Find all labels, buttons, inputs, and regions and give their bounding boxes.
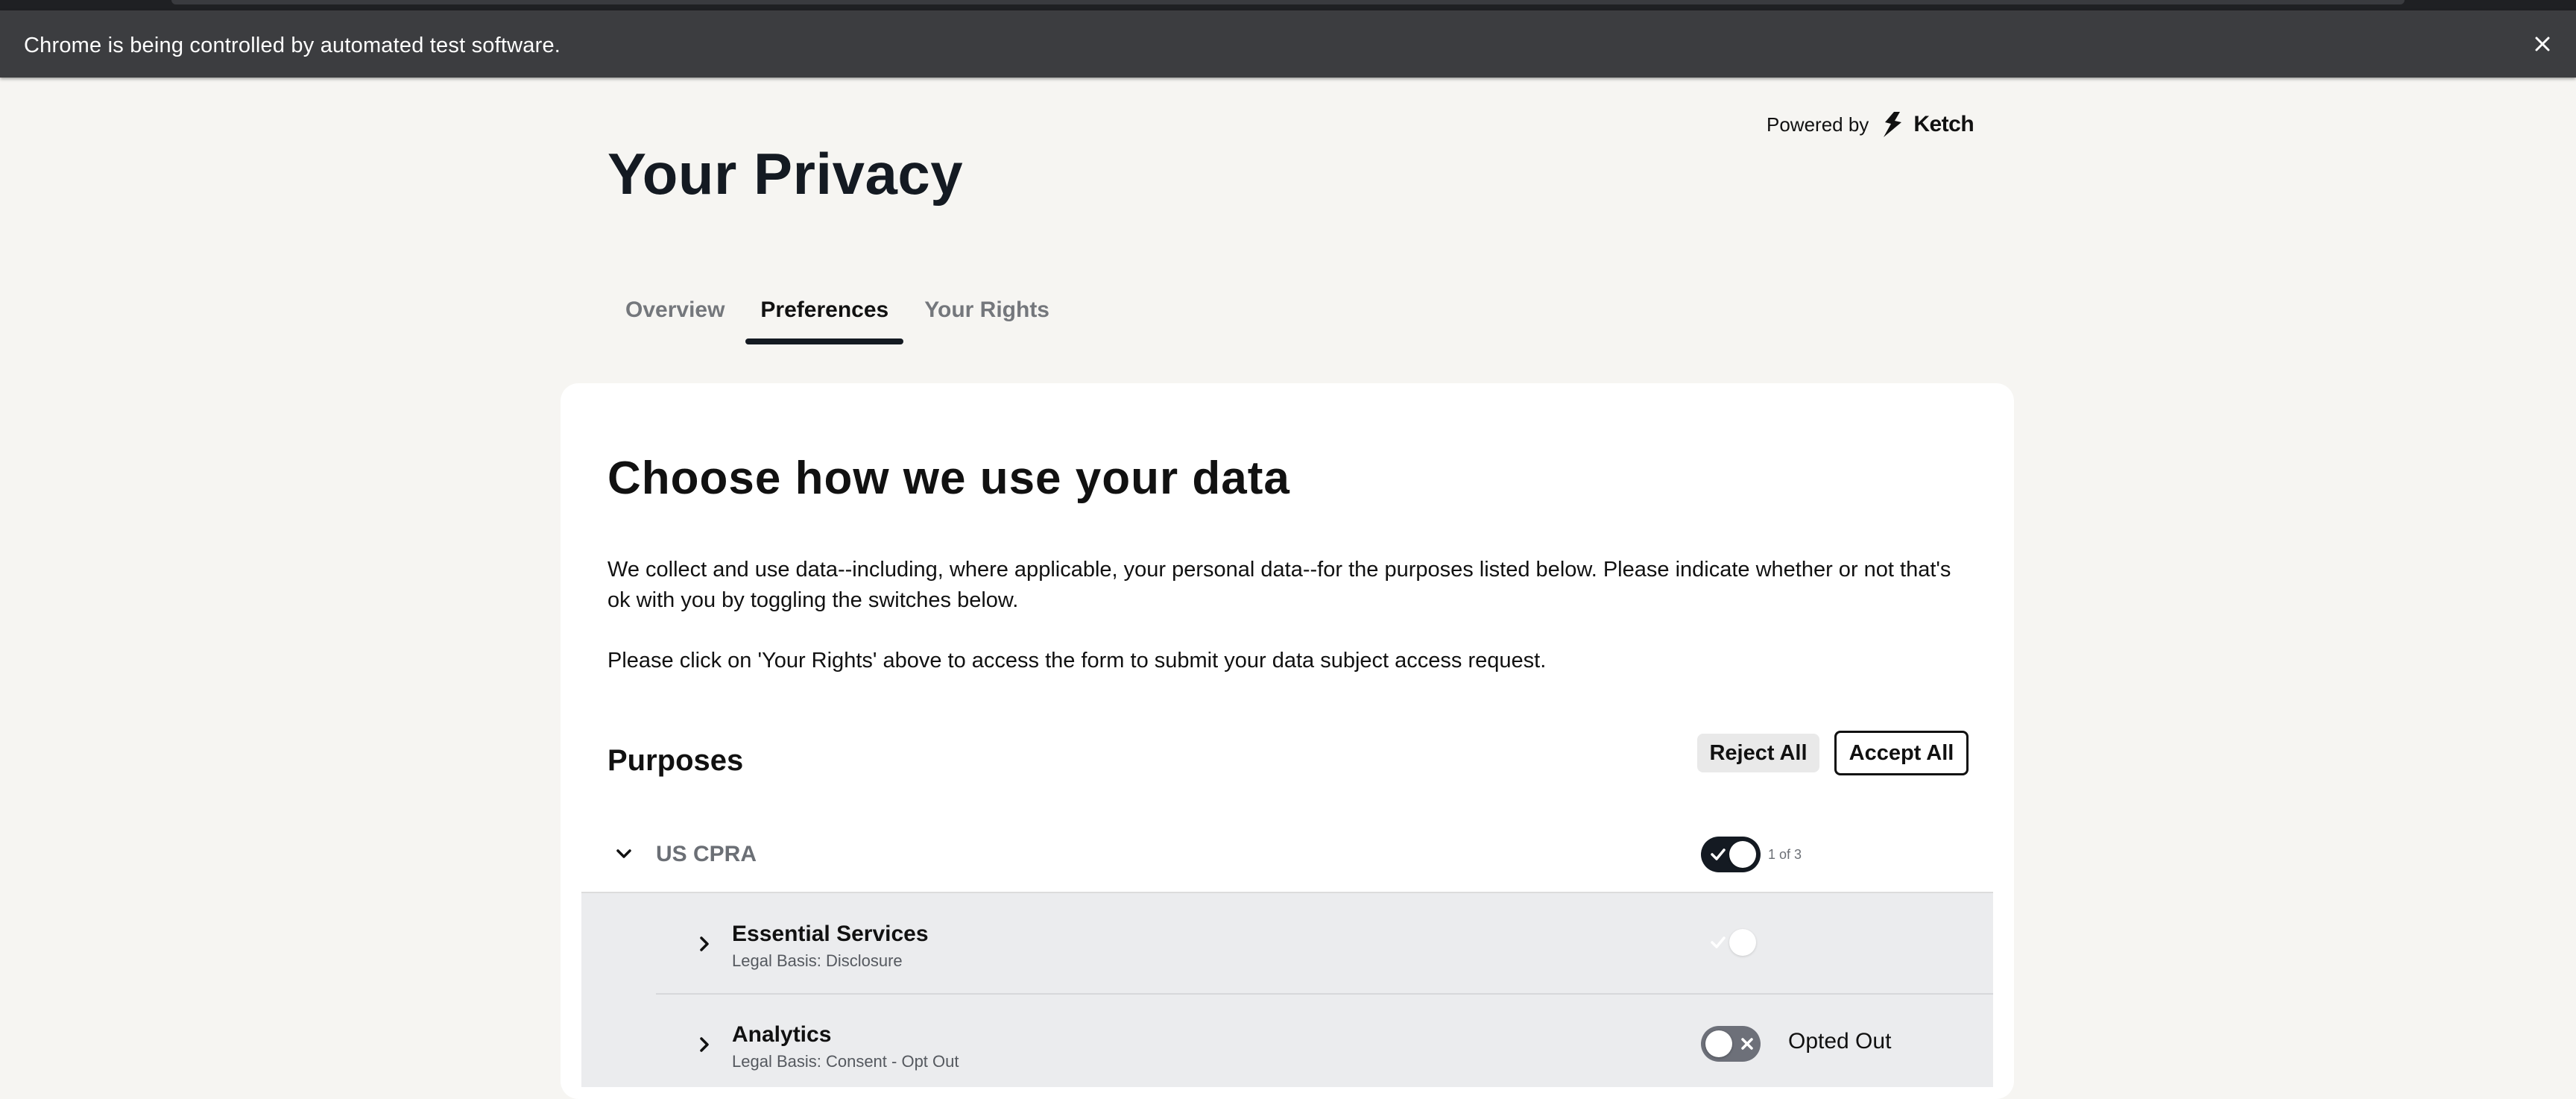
- ketch-logo-icon: [1884, 112, 1902, 137]
- chevron-right-icon[interactable]: [693, 933, 716, 955]
- browser-top-strip: [0, 0, 2576, 10]
- tab-bar: Overview Preferences Your Rights: [607, 294, 1067, 346]
- card-heading: Choose how we use your data: [607, 453, 1290, 504]
- group-name: US CPRA: [656, 842, 757, 866]
- toggle-knob: [1705, 1030, 1732, 1057]
- powered-by-label: Powered by: [1767, 113, 1869, 136]
- purposes-heading: Purposes: [607, 744, 744, 777]
- rights-paragraph: Please click on 'Your Rights' above to a…: [607, 649, 1547, 673]
- group-count: 1 of 3: [1768, 847, 1802, 862]
- toggle-knob: [1729, 929, 1756, 956]
- powered-by: Powered by Ketch: [1767, 110, 1974, 139]
- ketch-logo[interactable]: Ketch: [1879, 110, 1974, 139]
- check-icon: [1711, 936, 1726, 948]
- accept-all-button[interactable]: Accept All: [1834, 731, 1969, 775]
- reject-all-button[interactable]: Reject All: [1697, 734, 1819, 772]
- toggle-knob: [1729, 841, 1756, 868]
- group-toggle[interactable]: [1701, 837, 1761, 872]
- opt-status-label: Opted Out: [1788, 1029, 1892, 1054]
- intro-paragraph: We collect and use data--including, wher…: [607, 558, 1951, 612]
- purpose-row-essential-services[interactable]: Essential Services Legal Basis: Disclosu…: [581, 893, 1993, 995]
- chevron-right-icon[interactable]: [693, 1033, 716, 1056]
- purpose-list: Essential Services Legal Basis: Disclosu…: [581, 893, 1993, 1087]
- purpose-title: Essential Services: [732, 922, 929, 946]
- purpose-row-analytics[interactable]: Analytics Legal Basis: Consent - Opt Out…: [581, 995, 1993, 1095]
- brand-name: Ketch: [1913, 112, 1974, 136]
- infobar-message: Chrome is being controlled by automated …: [24, 34, 561, 57]
- essential-services-toggle: [1701, 925, 1761, 960]
- purpose-legal-basis: Legal Basis: Disclosure: [732, 951, 903, 970]
- tab-your-rights[interactable]: Your Rights: [906, 294, 1067, 346]
- browser-tab-strip: [171, 0, 2405, 4]
- tab-preferences[interactable]: Preferences: [742, 294, 906, 346]
- close-icon: [1741, 1038, 1753, 1050]
- purpose-legal-basis: Legal Basis: Consent - Opt Out: [732, 1052, 959, 1071]
- purpose-group-row[interactable]: US CPRA 1 of 3: [581, 817, 1993, 893]
- purpose-title: Analytics: [732, 1022, 832, 1047]
- analytics-toggle[interactable]: [1701, 1026, 1761, 1062]
- page-title: Your Privacy: [607, 141, 964, 207]
- preferences-card: Choose how we use your data We collect a…: [561, 383, 2014, 1099]
- close-icon[interactable]: [2527, 28, 2558, 60]
- tab-overview[interactable]: Overview: [607, 294, 742, 346]
- chevron-down-icon[interactable]: [613, 843, 635, 865]
- automation-infobar: Chrome is being controlled by automated …: [0, 10, 2576, 78]
- check-icon: [1711, 848, 1726, 860]
